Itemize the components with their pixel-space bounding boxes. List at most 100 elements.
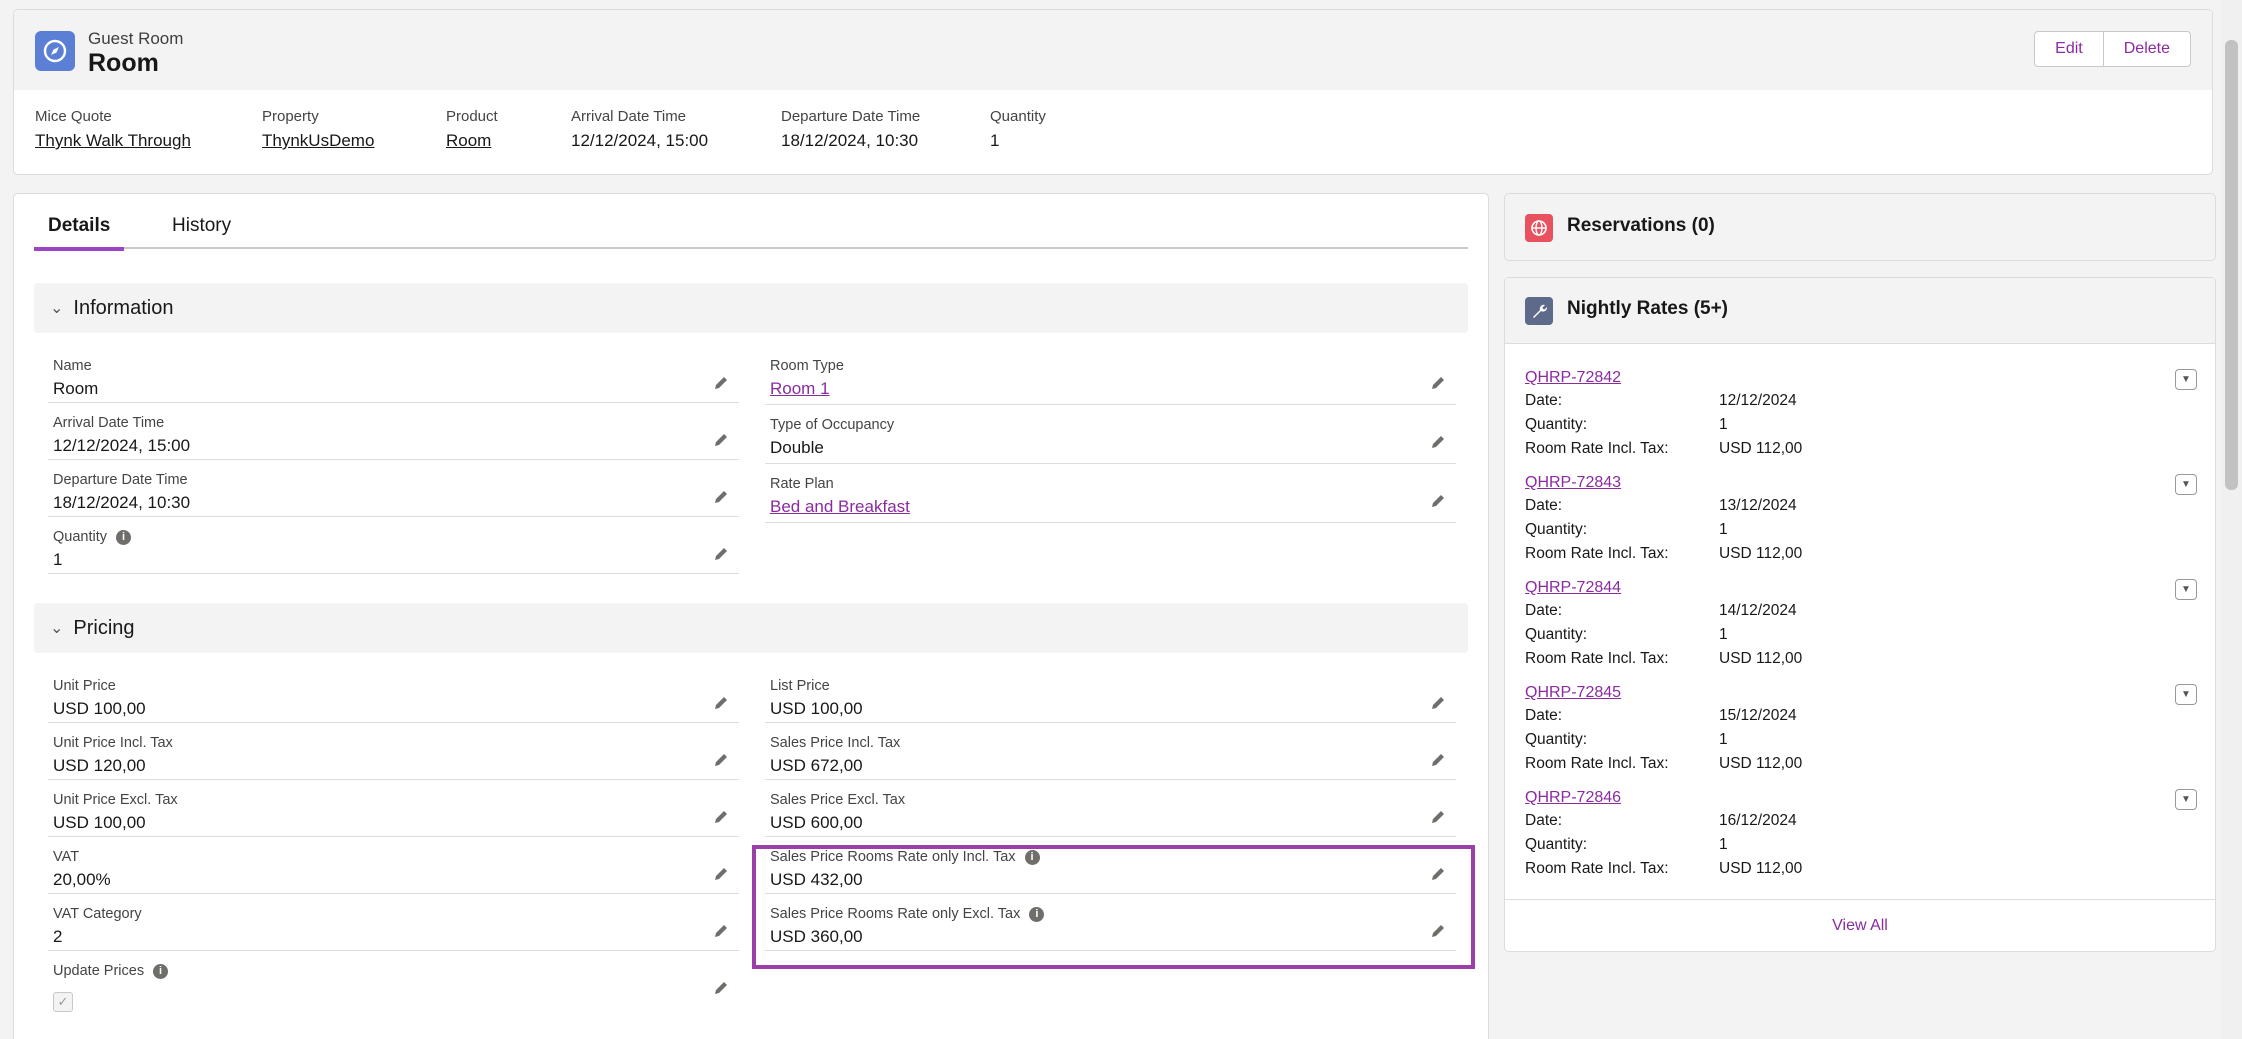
nightly-rate-link[interactable]: QHRP-72842 bbox=[1525, 369, 1621, 387]
field-value: USD 600,00 bbox=[770, 813, 863, 832]
chevron-down-icon[interactable]: ▼ bbox=[2175, 369, 2197, 390]
update-prices-checkbox[interactable]: ✓ bbox=[53, 992, 73, 1012]
chevron-down-icon[interactable]: ▼ bbox=[2175, 789, 2197, 810]
divider bbox=[48, 516, 739, 517]
mice-quote-link[interactable]: Thynk Walk Through bbox=[35, 131, 191, 151]
pencil-icon[interactable] bbox=[713, 695, 729, 711]
field-label: VAT bbox=[53, 849, 80, 865]
delete-button[interactable]: Delete bbox=[2103, 31, 2191, 67]
reservations-title[interactable]: Reservations (0) bbox=[1567, 215, 1715, 237]
row-value: 1 bbox=[1719, 521, 1728, 538]
pencil-icon[interactable] bbox=[713, 752, 729, 768]
row-label: Quantity: bbox=[1525, 836, 1588, 853]
quantity-row: Quantity: 1 bbox=[1525, 731, 1825, 749]
date-row: Date: 14/12/2024 bbox=[1525, 602, 1825, 620]
pencil-icon[interactable] bbox=[1430, 493, 1446, 509]
pencil-icon[interactable] bbox=[713, 432, 729, 448]
record-title: Room bbox=[88, 49, 159, 77]
quantity-row: Quantity: 1 bbox=[1525, 626, 1825, 644]
chevron-down-icon[interactable]: ▼ bbox=[2175, 684, 2197, 705]
section-pricing-header[interactable]: ⌄ Pricing bbox=[34, 603, 1468, 653]
row-value: 16/12/2024 bbox=[1719, 812, 1797, 829]
field-sales-price-excl-tax: Sales Price Excl. Tax USD 600,00 bbox=[765, 792, 1456, 849]
info-icon[interactable]: i bbox=[116, 529, 131, 545]
field-unit-price-incl-tax: Unit Price Incl. Tax USD 120,00 bbox=[48, 735, 739, 792]
nightly-rate-link[interactable]: QHRP-72843 bbox=[1525, 474, 1621, 492]
date-row: Date: 16/12/2024 bbox=[1525, 812, 1825, 830]
pencil-icon[interactable] bbox=[713, 489, 729, 505]
divider bbox=[48, 573, 739, 574]
edit-button[interactable]: Edit bbox=[2034, 31, 2104, 67]
tab-history[interactable]: History bbox=[158, 214, 245, 249]
field-label: Departure Date Time bbox=[53, 472, 188, 488]
product-link[interactable]: Room bbox=[446, 131, 498, 151]
row-value: 14/12/2024 bbox=[1719, 602, 1797, 619]
row-value: 15/12/2024 bbox=[1719, 707, 1797, 724]
pencil-icon[interactable] bbox=[713, 923, 729, 939]
tab-bar: Details History bbox=[34, 214, 1468, 251]
section-title: Information bbox=[73, 296, 174, 319]
nightly-rates-title[interactable]: Nightly Rates (5+) bbox=[1567, 298, 1728, 320]
field-value: 12/12/2024, 15:00 bbox=[571, 131, 709, 150]
tab-details[interactable]: Details bbox=[34, 214, 125, 251]
pencil-icon[interactable] bbox=[1430, 809, 1446, 825]
divider bbox=[48, 779, 739, 780]
row-value: 12/12/2024 bbox=[1719, 392, 1797, 409]
rate-row: Room Rate Incl. Tax: USD 112,00 bbox=[1525, 545, 1825, 563]
field-label: Unit Price bbox=[53, 678, 116, 694]
field-label-text: Quantity bbox=[53, 529, 107, 545]
row-value: 1 bbox=[1719, 626, 1728, 643]
field-label: Sales Price Incl. Tax bbox=[770, 735, 901, 751]
row-label: Room Rate Incl. Tax: bbox=[1525, 755, 1669, 772]
field-value: USD 100,00 bbox=[53, 813, 146, 832]
pencil-icon[interactable] bbox=[713, 546, 729, 562]
field-label: Unit Price Incl. Tax bbox=[53, 735, 173, 751]
row-value: 13/12/2024 bbox=[1719, 497, 1797, 514]
highlight-field-property: Property ThynkUsDemo bbox=[262, 108, 374, 151]
list-item: QHRP-72846 ▼ Date: 16/12/2024 Quantity: 1 … bbox=[1525, 789, 2197, 894]
field-label: Departure Date Time bbox=[781, 108, 921, 125]
field-label: Rate Plan bbox=[770, 476, 834, 492]
divider bbox=[765, 522, 1456, 523]
field-arrival-date-time: Arrival Date Time 12/12/2024, 15:00 bbox=[48, 415, 739, 472]
pencil-icon[interactable] bbox=[713, 375, 729, 391]
pencil-icon[interactable] bbox=[1430, 752, 1446, 768]
row-label: Date: bbox=[1525, 707, 1563, 724]
nightly-rate-link[interactable]: QHRP-72844 bbox=[1525, 579, 1621, 597]
row-label: Quantity: bbox=[1525, 731, 1588, 748]
pencil-icon[interactable] bbox=[1430, 375, 1446, 391]
pencil-icon[interactable] bbox=[1430, 695, 1446, 711]
view-all-link[interactable]: View All bbox=[1505, 899, 2215, 951]
rate-row: Room Rate Incl. Tax: USD 112,00 bbox=[1525, 440, 1825, 458]
field-value: 2 bbox=[53, 927, 63, 946]
quantity-row: Quantity: 1 bbox=[1525, 836, 1825, 854]
list-item: QHRP-72844 ▼ Date: 14/12/2024 Quantity: 1 … bbox=[1525, 579, 2197, 684]
pencil-icon[interactable] bbox=[713, 866, 729, 882]
pencil-icon[interactable] bbox=[1430, 434, 1446, 450]
field-label: Property bbox=[262, 108, 319, 125]
field-value: USD 672,00 bbox=[770, 756, 863, 775]
pencil-icon[interactable] bbox=[713, 980, 729, 996]
chevron-down-icon[interactable]: ▼ bbox=[2175, 579, 2197, 600]
scrollbar-thumb[interactable] bbox=[2225, 40, 2238, 490]
field-vat-category: VAT Category 2 bbox=[48, 906, 739, 963]
nightly-rate-link[interactable]: QHRP-72845 bbox=[1525, 684, 1621, 702]
field-label: Arrival Date Time bbox=[571, 108, 687, 125]
page-scrollbar[interactable] bbox=[2222, 0, 2242, 1039]
info-icon[interactable]: i bbox=[153, 963, 169, 979]
room-type-link[interactable]: Room 1 bbox=[770, 379, 830, 399]
property-link[interactable]: ThynkUsDemo bbox=[262, 131, 374, 151]
nightly-rate-link[interactable]: QHRP-72846 bbox=[1525, 789, 1621, 807]
field-room-type: Room Type Room 1 bbox=[765, 358, 1456, 415]
row-label: Date: bbox=[1525, 497, 1563, 514]
row-label: Room Rate Incl. Tax: bbox=[1525, 650, 1669, 667]
row-label: Room Rate Incl. Tax: bbox=[1525, 860, 1669, 877]
chevron-down-icon[interactable]: ▼ bbox=[2175, 474, 2197, 495]
rate-plan-link[interactable]: Bed and Breakfast bbox=[770, 497, 910, 517]
field-label: Quantity bbox=[990, 108, 1046, 125]
field-departure-date-time: Departure Date Time 18/12/2024, 10:30 bbox=[48, 472, 739, 529]
row-label: Date: bbox=[1525, 392, 1563, 409]
pencil-icon[interactable] bbox=[713, 809, 729, 825]
rate-row: Room Rate Incl. Tax: USD 112,00 bbox=[1525, 755, 1825, 773]
section-information-header[interactable]: ⌄ Information bbox=[34, 283, 1468, 333]
